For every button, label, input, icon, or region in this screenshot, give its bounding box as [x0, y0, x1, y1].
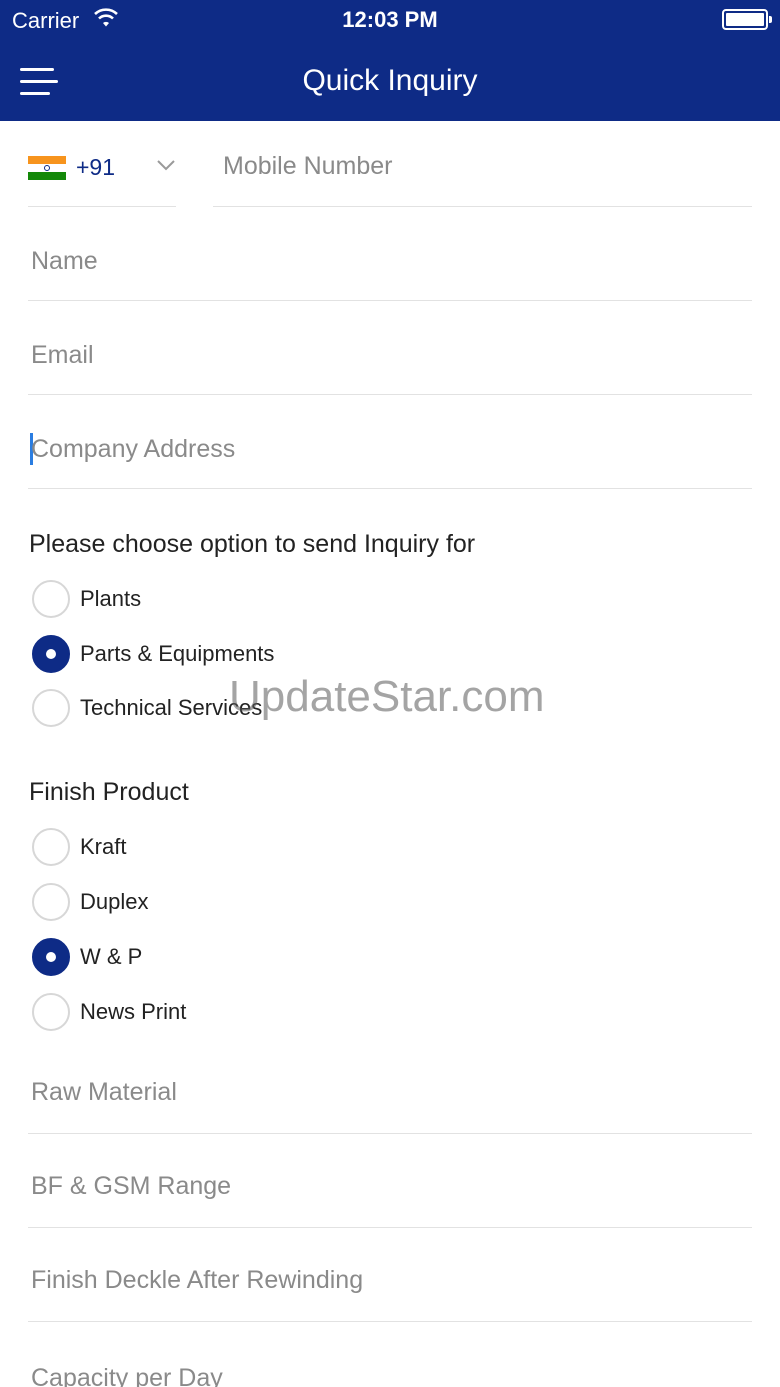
company-address-placeholder: Company Address — [31, 435, 236, 463]
radio-circle — [32, 828, 70, 866]
radio-circle-selected — [32, 938, 70, 976]
capacity-per-day-field[interactable]: Capacity per Day — [28, 1322, 752, 1387]
app-header: Carrier 12:03 PM Quick Inquiry — [0, 0, 780, 121]
india-flag-icon — [28, 156, 66, 180]
radio-label: News Print — [80, 999, 187, 1024]
radio-circle — [32, 689, 70, 727]
radio-label: Parts & Equipments — [80, 641, 275, 666]
raw-material-placeholder: Raw Material — [31, 1078, 177, 1106]
finish-deckle-field[interactable]: Finish Deckle After Rewinding — [28, 1228, 752, 1322]
company-address-field[interactable]: Company Address — [28, 395, 752, 489]
raw-material-field[interactable]: Raw Material — [28, 1040, 752, 1134]
bf-gsm-range-placeholder: BF & GSM Range — [31, 1172, 232, 1200]
radio-label: Plants — [80, 586, 142, 611]
mobile-number-placeholder: Mobile Number — [223, 152, 393, 180]
radio-label: W & P — [80, 944, 143, 969]
name-placeholder: Name — [31, 247, 98, 275]
radio-circle — [32, 883, 70, 921]
chevron-down-icon — [157, 160, 175, 171]
finish-product-title: Finish Product — [29, 778, 189, 806]
email-placeholder: Email — [31, 341, 94, 369]
radio-label: Kraft — [80, 834, 127, 859]
page-title: Quick Inquiry — [302, 64, 478, 97]
radio-circle-selected — [32, 635, 70, 673]
capacity-per-day-placeholder: Capacity per Day — [31, 1364, 223, 1387]
bf-gsm-range-field[interactable]: BF & GSM Range — [28, 1134, 752, 1228]
finish-deckle-placeholder: Finish Deckle After Rewinding — [31, 1266, 364, 1294]
status-time: 12:03 PM — [342, 7, 438, 32]
radio-circle — [32, 580, 70, 618]
country-code-selector[interactable]: +91 — [28, 121, 176, 207]
mobile-number-field[interactable]: Mobile Number — [213, 121, 752, 207]
radio-circle — [32, 993, 70, 1031]
watermark: UpdateStar.com — [229, 672, 545, 721]
status-bar: Carrier 12:03 PM — [0, 0, 780, 40]
name-field[interactable]: Name — [28, 207, 752, 301]
inquiry-section-title: Please choose option to send Inquiry for — [29, 530, 476, 558]
email-field[interactable]: Email — [28, 301, 752, 395]
radio-label: Technical Services — [80, 695, 263, 720]
country-code: +91 — [76, 154, 116, 180]
radio-label: Duplex — [80, 889, 149, 914]
battery-icon — [722, 9, 772, 30]
